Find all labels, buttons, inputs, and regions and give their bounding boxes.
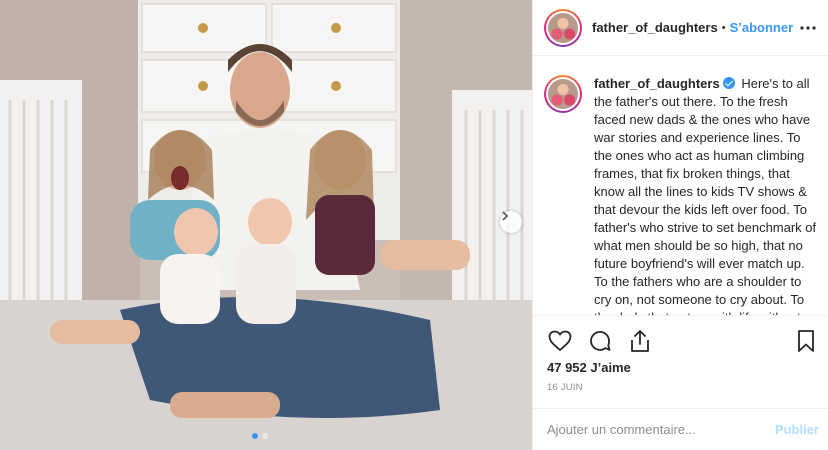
like-button[interactable] — [547, 328, 573, 354]
caption-avatar[interactable] — [544, 75, 582, 113]
carousel-dot-1 — [252, 433, 258, 439]
actions-area: 47 952 J’aime 16 JUIN — [533, 315, 828, 408]
avatar-image — [548, 79, 578, 109]
avatar-image — [548, 12, 578, 43]
save-button[interactable] — [793, 328, 819, 354]
photo-illustration — [0, 0, 532, 450]
caption-username[interactable]: father_of_daughters — [594, 76, 720, 91]
likes-count[interactable]: 47 952 J’aime — [547, 360, 631, 375]
comment-bar: Publier — [533, 408, 828, 450]
post-header: father_of_daughters • S’abonner — [533, 0, 828, 56]
carousel-next-button[interactable] — [500, 211, 522, 233]
share-button[interactable] — [627, 328, 653, 354]
share-icon — [631, 330, 649, 352]
carousel-dot-2 — [262, 433, 268, 439]
verified-badge-icon — [722, 77, 735, 89]
post-photo[interactable] — [0, 0, 532, 450]
comment-icon — [590, 330, 611, 351]
chevron-right-icon — [502, 211, 509, 221]
carousel-indicator — [252, 433, 268, 439]
publish-button[interactable]: Publier — [775, 422, 819, 437]
follow-button[interactable]: S’abonner — [730, 20, 794, 35]
comment-button[interactable] — [587, 328, 613, 354]
avatar[interactable] — [544, 8, 582, 47]
caption-area[interactable]: father_of_daughters Here's to all the fa… — [533, 57, 828, 315]
caption: father_of_daughters Here's to all the fa… — [594, 75, 819, 315]
post-side-panel: father_of_daughters • S’abonner father_o… — [532, 0, 828, 450]
bookmark-icon — [798, 330, 814, 352]
post-date[interactable]: 16 JUIN — [547, 382, 583, 393]
comment-input[interactable] — [547, 422, 775, 437]
more-options-button[interactable] — [799, 19, 817, 37]
header-username[interactable]: father_of_daughters — [592, 20, 718, 35]
more-horizontal-icon — [800, 26, 816, 30]
header-separator: • — [721, 21, 726, 34]
heart-icon — [548, 330, 572, 351]
caption-body: Here's to all the father's out there. To… — [594, 76, 817, 315]
